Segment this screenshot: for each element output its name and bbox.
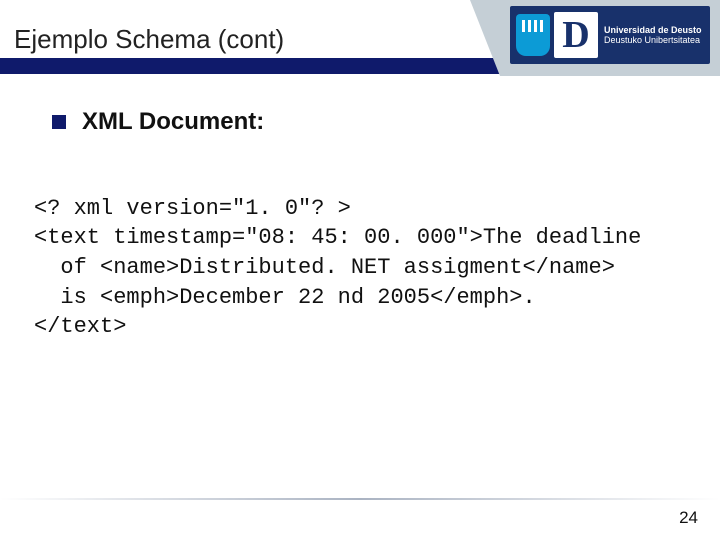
code-line: <? xml version="1. 0"? > — [34, 196, 351, 221]
shield-icon — [516, 14, 550, 56]
code-line: of <name>Distributed. NET assigment</nam… — [34, 255, 615, 280]
bullet-icon — [52, 115, 66, 129]
slide: Ejemplo Schema (cont) D Universidad de D… — [0, 0, 720, 540]
code-line: <text timestamp="08: 45: 00. 000">The de… — [34, 225, 641, 250]
code-line: </text> — [34, 314, 126, 339]
university-logo: D Universidad de Deusto Deustuko Unibert… — [510, 6, 710, 64]
slide-title: Ejemplo Schema (cont) — [14, 24, 284, 55]
bullet-heading: XML Document: — [82, 108, 264, 136]
logo-letter: D — [554, 12, 598, 58]
university-name-es: Universidad de Deusto — [604, 25, 702, 35]
code-block: <? xml version="1. 0"? > <text timestamp… — [28, 164, 692, 372]
university-name: Universidad de Deusto Deustuko Unibertsi… — [604, 25, 702, 46]
header: Ejemplo Schema (cont) D Universidad de D… — [0, 0, 720, 72]
code-line: is <emph>December 22 nd 2005</emph>. — [34, 285, 536, 310]
footer-divider — [0, 498, 720, 500]
page-number: 24 — [679, 508, 698, 528]
university-name-eu: Deustuko Unibertsitatea — [604, 35, 702, 45]
slide-body: XML Document: <? xml version="1. 0"? > <… — [0, 72, 720, 372]
bullet-heading-row: XML Document: — [28, 108, 692, 136]
